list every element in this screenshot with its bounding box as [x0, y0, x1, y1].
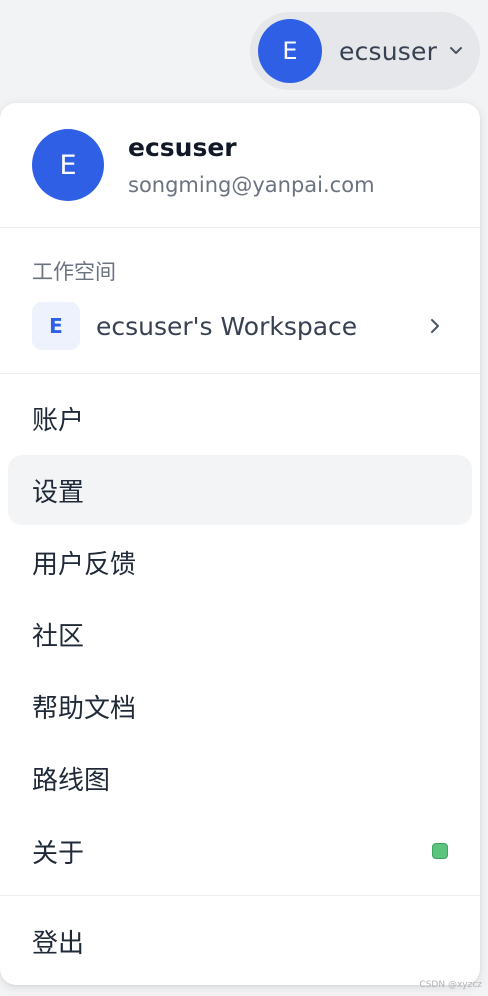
watermark: CSDN @xyzcz — [419, 980, 482, 990]
menu-item-label: 账户 — [32, 405, 85, 436]
menu-item-feedback[interactable]: 用户反馈 — [8, 527, 472, 597]
menu-item-label: 社区 — [32, 621, 85, 652]
menu-item-label: 登出 — [32, 928, 85, 959]
workspace-item[interactable]: E ecsuser's Workspace — [8, 291, 472, 361]
user-menu-button[interactable]: E ecsuser — [250, 12, 480, 90]
avatar: E — [32, 129, 104, 201]
menu-item-label: 关于 — [32, 838, 85, 869]
menu-item-label: 用户反馈 — [32, 549, 137, 580]
user-email: songming@yanpai.com — [128, 173, 375, 197]
menu-item-roadmap[interactable]: 路线图 — [8, 743, 472, 813]
chevron-right-icon — [428, 316, 442, 336]
menu-item-label: 路线图 — [32, 765, 111, 796]
logout-button[interactable]: 登出 — [8, 906, 472, 976]
workspace-name: ecsuser's Workspace — [96, 311, 358, 341]
menu-item-community[interactable]: 社区 — [8, 599, 472, 669]
workspace-badge: E — [32, 302, 80, 350]
menu-item-help-docs[interactable]: 帮助文档 — [8, 671, 472, 741]
menu-item-account[interactable]: 账户 — [8, 383, 472, 453]
menu-header: E ecsuser songming@yanpai.com — [0, 103, 480, 227]
chevron-down-icon — [449, 44, 463, 58]
menu-item-about[interactable]: 关于 — [8, 816, 472, 886]
menu-item-label: 帮助文档 — [32, 693, 137, 724]
workspace-section-label: 工作空间 — [32, 260, 116, 284]
username-label: ecsuser — [339, 36, 438, 66]
status-dot-icon — [432, 843, 448, 859]
menu-item-settings[interactable]: 设置 — [8, 455, 472, 525]
divider — [0, 227, 480, 228]
avatar: E — [258, 19, 322, 83]
user-dropdown-menu: E ecsuser songming@yanpai.com 工作空间 E ecs… — [0, 103, 480, 985]
menu-item-label: 设置 — [32, 477, 85, 508]
divider — [0, 895, 480, 896]
user-name: ecsuser — [128, 133, 237, 162]
divider — [0, 373, 480, 374]
top-bar: E ecsuser — [0, 0, 488, 100]
